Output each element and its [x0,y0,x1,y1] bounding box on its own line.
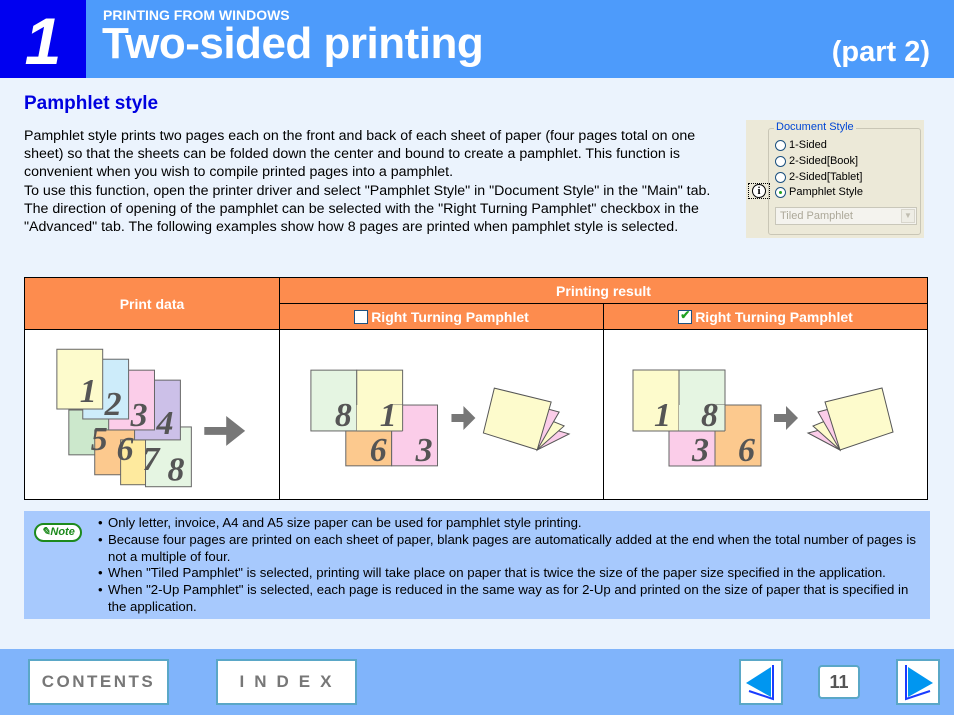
header-printing-result: Printing result [280,278,927,304]
page-label: 8 [701,397,718,434]
contents-button[interactable]: CONTENTS [28,659,169,705]
note-box: ✎Note Only letter, invoice, A4 and A5 si… [24,511,930,619]
arrow-right-icon [905,665,933,701]
folded-pamphlet-icon [806,387,894,452]
footer-nav: CONTENTS INDEX 11 [0,649,954,715]
page-label: 3 [415,432,433,469]
page-label: 6 [370,432,387,469]
driver-dialog-screenshot: Document Style 1-Sided 2-Sided[Book] 2-S… [746,120,924,238]
pamphlet-type-dropdown[interactable]: Tiled Pamphlet ▼ [775,207,917,225]
radio-icon [775,139,786,151]
page-title: Two-sided printing [102,19,484,68]
print-data-illustration: 1 2 3 4 5 6 7 8 [25,330,280,499]
section-heading: Pamphlet style [24,93,159,114]
radio-pamphlet-style[interactable]: Pamphlet Style [775,186,863,198]
intro-paragraph: Pamphlet style prints two pages each on … [24,128,696,181]
result-unchecked-illustration: 8 1 6 3 [280,330,604,499]
pamphlet-right-figure: 1 8 3 6 [632,369,894,469]
radio-1-sided[interactable]: 1-Sided [775,139,827,151]
arrow-left-icon [746,665,774,701]
folded-pamphlet-icon [482,387,571,452]
pencil-icon: ✎ [41,526,51,538]
page-label: 6 [738,432,755,469]
page-header: 1 PRINTING FROM WINDOWS Two-sided printi… [0,0,954,78]
page-label: 2 [104,386,122,423]
arrow-right-icon [204,415,246,446]
radio-2-sided-book[interactable]: 2-Sided[Book] [775,155,858,167]
checkbox-unchecked-icon [354,309,369,324]
header-right-turning-checked: Right Turning Pamphlet [604,304,927,330]
page-label: 6 [117,431,134,468]
radio-2-sided-tablet[interactable]: 2-Sided[Tablet] [775,171,862,183]
radio-icon [775,171,786,183]
note-list: Only letter, invoice, A4 and A5 size pap… [98,515,928,616]
index-label: INDEX [239,672,342,691]
page-label: 1 [80,373,97,410]
note-item: When "2-Up Pamphlet" is selected, each p… [98,582,928,616]
intro-paragraph: The direction of opening of the pamphlet… [24,200,699,236]
group-title: Document Style [774,121,856,133]
chevron-down-icon: ▼ [901,209,915,223]
arrow-right-icon [451,406,476,430]
result-checked-illustration: 1 8 3 6 [604,330,927,499]
intro-text: Pamphlet style prints two pages each on … [24,127,736,236]
page-label: 7 [143,441,162,478]
note-item: When "Tiled Pamphlet" is selected, print… [98,565,928,582]
pamphlet-examples-table: Print data Printing result Right Turning… [24,277,928,500]
header-print-data: Print data [25,278,280,330]
page-label: 4 [155,405,173,442]
page-label: 8 [335,397,352,434]
radio-icon [775,155,786,167]
pamphlet-left-figure: 8 1 6 3 [310,369,571,469]
note-badge: ✎Note [34,523,82,542]
previous-page-button[interactable] [739,659,783,705]
part-label: (part 2) [831,36,930,68]
note-item: Because four pages are printed on each s… [98,532,928,566]
info-icon[interactable]: i [748,183,770,199]
page-label: 3 [691,432,709,469]
page-label: 3 [130,397,148,434]
page-stack-figure: 1 2 3 4 5 6 7 8 [56,348,246,489]
checkbox-checked-icon [678,308,693,324]
index-button[interactable]: INDEX [216,659,357,705]
page-label: 5 [91,421,108,458]
page-label: 1 [654,397,671,434]
header-right-turning-unchecked: Right Turning Pamphlet [280,304,604,330]
note-item: Only letter, invoice, A4 and A5 size pap… [98,515,928,532]
page-number: 11 [818,665,860,699]
arrow-right-icon [774,406,798,430]
intro-paragraph: To use this function, open the printer d… [24,182,711,199]
page-label: 8 [167,452,184,489]
next-page-button[interactable] [896,659,940,705]
chapter-number: 1 [0,0,86,78]
page-label: 1 [380,397,397,434]
radio-selected-icon [775,186,786,198]
